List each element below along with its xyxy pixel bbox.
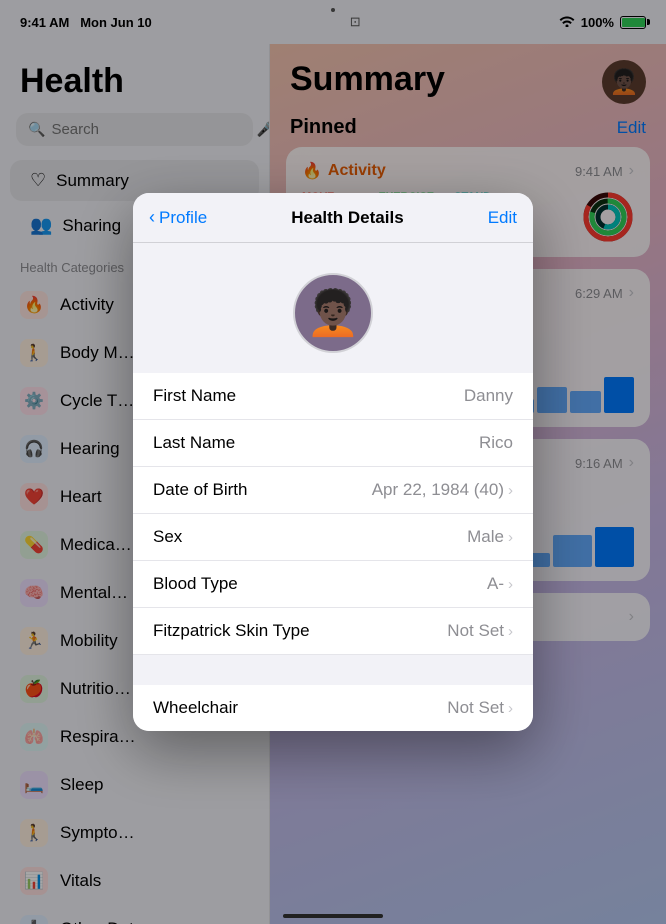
- blood-type-row[interactable]: Blood Type A- ›: [133, 561, 533, 608]
- blood-type-text: A-: [487, 574, 504, 594]
- first-name-label: First Name: [153, 386, 236, 406]
- date-of-birth-text: Apr 22, 1984 (40): [372, 480, 504, 500]
- sex-row[interactable]: Sex Male ›: [133, 514, 533, 561]
- sex-value: Male ›: [467, 527, 513, 547]
- fitzpatrick-row[interactable]: Fitzpatrick Skin Type Not Set ›: [133, 608, 533, 655]
- last-name-text: Rico: [479, 433, 513, 453]
- modal-back-label: Profile: [159, 208, 207, 228]
- last-name-row: Last Name Rico: [133, 420, 533, 467]
- sex-label: Sex: [153, 527, 182, 547]
- wheelchair-label: Wheelchair: [153, 698, 238, 718]
- first-name-row: First Name Danny: [133, 373, 533, 420]
- fitzpatrick-label: Fitzpatrick Skin Type: [153, 621, 310, 641]
- user-avatar[interactable]: 🧑🏿‍🦱: [293, 273, 373, 353]
- blood-type-chevron: ›: [508, 576, 513, 593]
- fitzpatrick-value: Not Set ›: [447, 621, 513, 641]
- wheelchair-chevron: ›: [508, 700, 513, 717]
- modal-overlay: ‹ Profile Health Details Edit 🧑🏿‍🦱 First…: [0, 0, 666, 924]
- modal-back-button[interactable]: ‹ Profile: [149, 207, 207, 228]
- last-name-value: Rico: [479, 433, 513, 453]
- section-separator: [133, 655, 533, 685]
- date-of-birth-value: Apr 22, 1984 (40) ›: [372, 480, 513, 500]
- sex-text: Male: [467, 527, 504, 547]
- date-of-birth-label: Date of Birth: [153, 480, 248, 500]
- modal-avatar-section: 🧑🏿‍🦱: [133, 243, 533, 373]
- modal-navigation: ‹ Profile Health Details Edit: [133, 193, 533, 243]
- modal-title: Health Details: [291, 208, 403, 228]
- last-name-label: Last Name: [153, 433, 235, 453]
- first-name-text: Danny: [464, 386, 513, 406]
- fitzpatrick-text: Not Set: [447, 621, 504, 641]
- date-of-birth-chevron: ›: [508, 482, 513, 499]
- blood-type-label: Blood Type: [153, 574, 238, 594]
- health-details-modal: ‹ Profile Health Details Edit 🧑🏿‍🦱 First…: [133, 193, 533, 731]
- date-of-birth-row[interactable]: Date of Birth Apr 22, 1984 (40) ›: [133, 467, 533, 514]
- first-name-value: Danny: [464, 386, 513, 406]
- back-chevron-icon: ‹: [149, 207, 155, 228]
- fitzpatrick-chevron: ›: [508, 623, 513, 640]
- wheelchair-text: Not Set: [447, 698, 504, 718]
- sex-chevron: ›: [508, 529, 513, 546]
- blood-type-value: A- ›: [487, 574, 513, 594]
- wheelchair-row[interactable]: Wheelchair Not Set ›: [133, 685, 533, 731]
- modal-edit-button[interactable]: Edit: [488, 208, 517, 228]
- modal-body: First Name Danny Last Name Rico Date of …: [133, 373, 533, 731]
- wheelchair-value: Not Set ›: [447, 698, 513, 718]
